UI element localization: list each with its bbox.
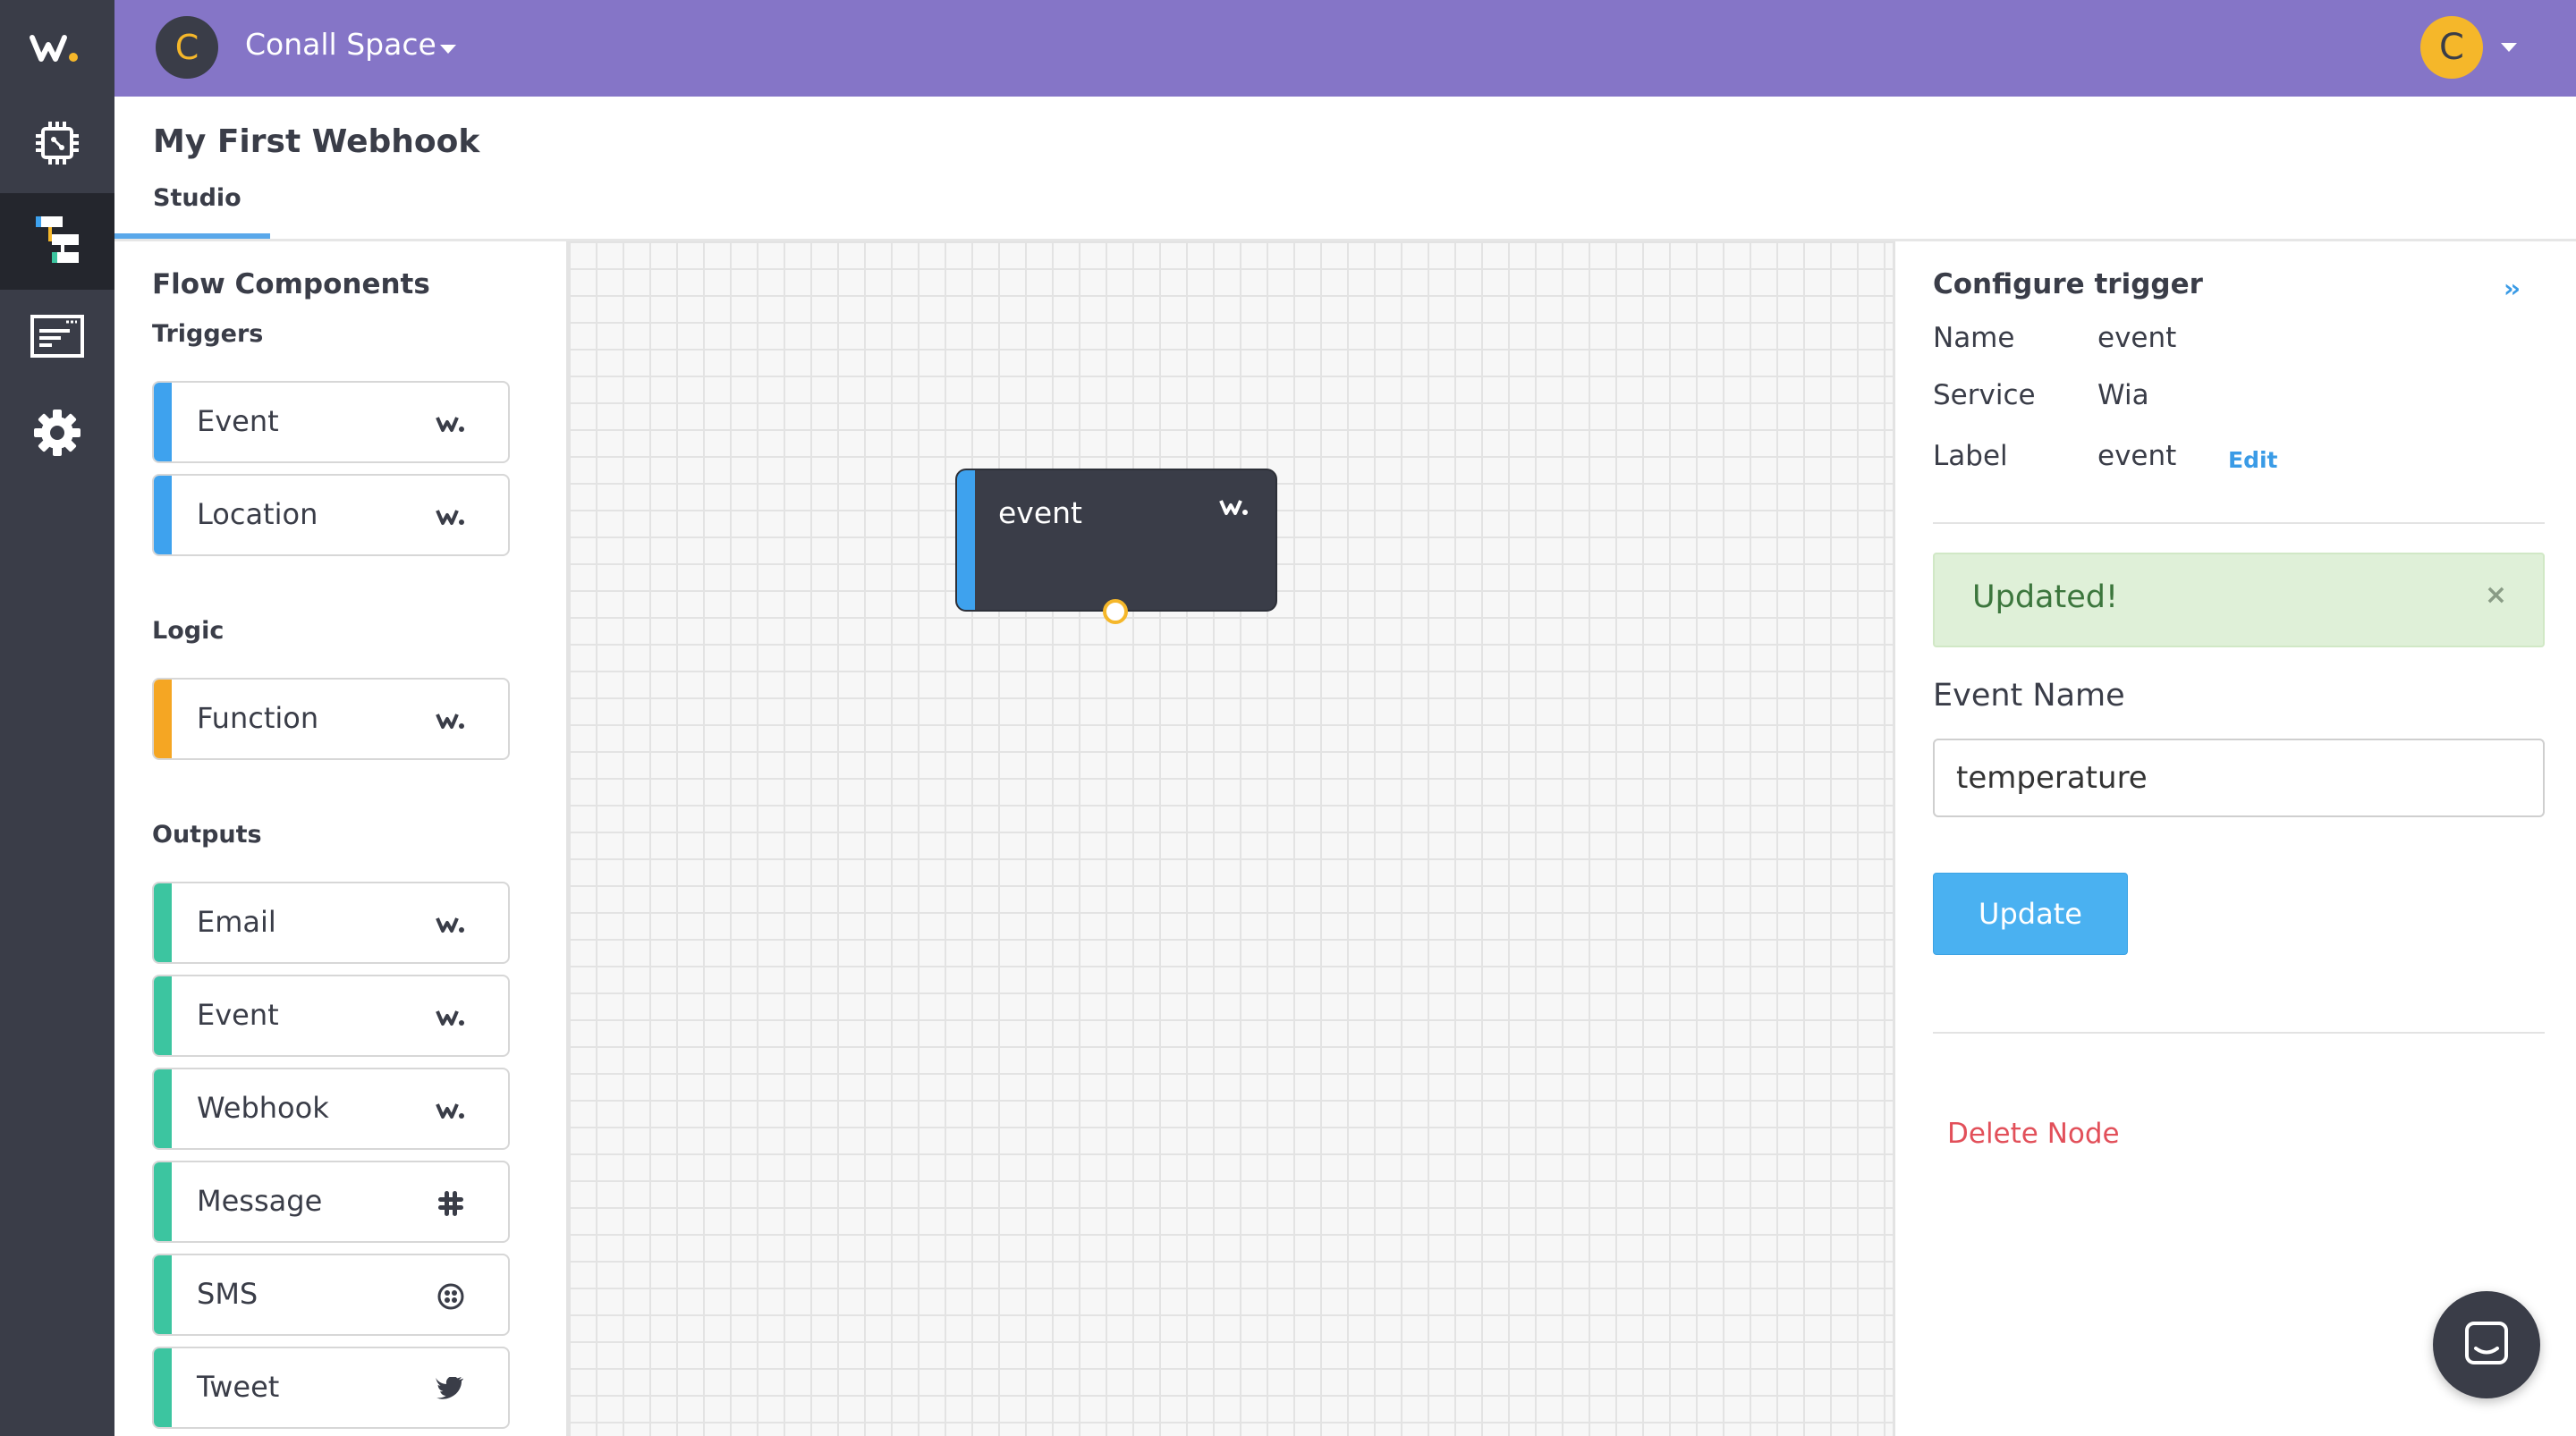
component-label: Function xyxy=(197,701,319,735)
component-output-webhook[interactable]: Webhook xyxy=(152,1068,510,1150)
category-bar xyxy=(154,383,172,461)
page-title: My First Webhook xyxy=(153,123,480,160)
component-output-message[interactable]: Message xyxy=(152,1161,510,1243)
panel-title: Flow Components xyxy=(152,268,430,300)
component-trigger-location[interactable]: Location xyxy=(152,474,510,556)
chat-icon xyxy=(2462,1318,2512,1372)
flow-node-event[interactable]: event xyxy=(955,469,1277,612)
category-bar xyxy=(154,976,172,1055)
space-switcher[interactable]: Conall Space xyxy=(245,27,436,62)
field-key-label: Label xyxy=(1933,440,2008,472)
chat-launcher-button[interactable] xyxy=(2433,1291,2540,1398)
wia-logo-icon[interactable] xyxy=(0,0,114,97)
component-output-sms[interactable]: SMS xyxy=(152,1254,510,1336)
category-bar xyxy=(154,1255,172,1334)
update-button[interactable]: Update xyxy=(1933,873,2128,955)
wia-icon xyxy=(435,705,467,737)
wia-icon xyxy=(435,1094,467,1127)
wia-icon xyxy=(435,908,467,941)
chevron-down-icon[interactable] xyxy=(440,45,456,54)
component-label: Location xyxy=(197,497,318,531)
event-name-label: Event Name xyxy=(1933,678,2125,714)
dashboard-icon xyxy=(30,315,84,361)
component-label: Email xyxy=(197,905,276,939)
delete-node-button[interactable]: Delete Node xyxy=(1947,1118,2120,1150)
user-avatar[interactable]: C xyxy=(2420,16,2483,79)
component-label: Tweet xyxy=(197,1370,280,1404)
category-bar xyxy=(154,1348,172,1427)
component-label: SMS xyxy=(197,1277,258,1311)
rail-settings[interactable] xyxy=(0,386,114,483)
field-value-service: Wia xyxy=(2097,379,2149,411)
tab-studio[interactable]: Studio xyxy=(153,184,242,212)
category-bar xyxy=(154,680,172,758)
component-label: Event xyxy=(197,998,279,1032)
field-value-label: event xyxy=(2097,440,2177,472)
alert-message: Updated! xyxy=(1972,579,2119,615)
rail-flows[interactable] xyxy=(0,193,114,290)
component-trigger-event[interactable]: Event xyxy=(152,381,510,463)
category-bar xyxy=(154,1069,172,1148)
divider xyxy=(1933,522,2545,524)
field-value-name: event xyxy=(2097,322,2177,354)
component-logic-function[interactable]: Function xyxy=(152,678,510,760)
configure-trigger-panel: Configure trigger ›› Name event Service … xyxy=(1893,241,2576,1436)
component-output-tweet[interactable]: Tweet xyxy=(152,1347,510,1429)
active-tab-indicator xyxy=(114,233,270,239)
left-rail xyxy=(0,0,114,1436)
rail-devices[interactable] xyxy=(0,97,114,193)
wia-icon xyxy=(435,501,467,533)
close-icon[interactable]: × xyxy=(2485,579,2507,611)
field-key-service: Service xyxy=(1933,379,2036,411)
section-label-logic: Logic xyxy=(152,617,225,645)
panel-title: Configure trigger xyxy=(1933,268,2203,300)
twilio-icon xyxy=(435,1280,467,1313)
category-bar xyxy=(957,470,975,610)
chip-icon xyxy=(32,118,82,172)
success-alert: Updated! × xyxy=(1933,553,2545,647)
category-bar xyxy=(154,476,172,554)
collapse-panel-icon[interactable]: ›› xyxy=(2504,274,2521,303)
wia-icon xyxy=(435,408,467,440)
app: C Conall Space C My First Webhook Studio… xyxy=(0,0,2576,1436)
divider xyxy=(1933,1032,2545,1034)
space-avatar[interactable]: C xyxy=(156,16,218,79)
event-name-input[interactable] xyxy=(1933,739,2545,817)
page-header: My First Webhook Studio xyxy=(114,97,2576,241)
section-label-triggers: Triggers xyxy=(152,320,264,348)
wia-icon xyxy=(435,1001,467,1034)
wia-icon xyxy=(1218,497,1250,520)
gear-icon xyxy=(32,408,82,461)
field-key-name: Name xyxy=(1933,322,2015,354)
slack-icon xyxy=(435,1187,467,1220)
top-bar: C Conall Space C xyxy=(114,0,2576,97)
category-bar xyxy=(154,883,172,962)
component-label: Webhook xyxy=(197,1091,329,1125)
rail-dashboards[interactable] xyxy=(0,290,114,386)
node-label: event xyxy=(998,495,1082,530)
category-bar xyxy=(154,1162,172,1241)
chevron-down-icon[interactable] xyxy=(2501,43,2517,52)
edit-label-link[interactable]: Edit xyxy=(2228,447,2278,473)
node-output-port[interactable] xyxy=(1103,599,1128,624)
component-output-email[interactable]: Email xyxy=(152,882,510,964)
section-label-outputs: Outputs xyxy=(152,821,262,849)
flow-canvas[interactable]: event xyxy=(569,241,1893,1436)
flow-icon xyxy=(32,213,82,270)
component-label: Message xyxy=(197,1184,323,1218)
component-output-event[interactable]: Event xyxy=(152,975,510,1057)
twitter-icon xyxy=(435,1373,467,1406)
flow-components-panel: Flow Components Triggers Event Location … xyxy=(114,241,569,1436)
component-label: Event xyxy=(197,404,279,438)
